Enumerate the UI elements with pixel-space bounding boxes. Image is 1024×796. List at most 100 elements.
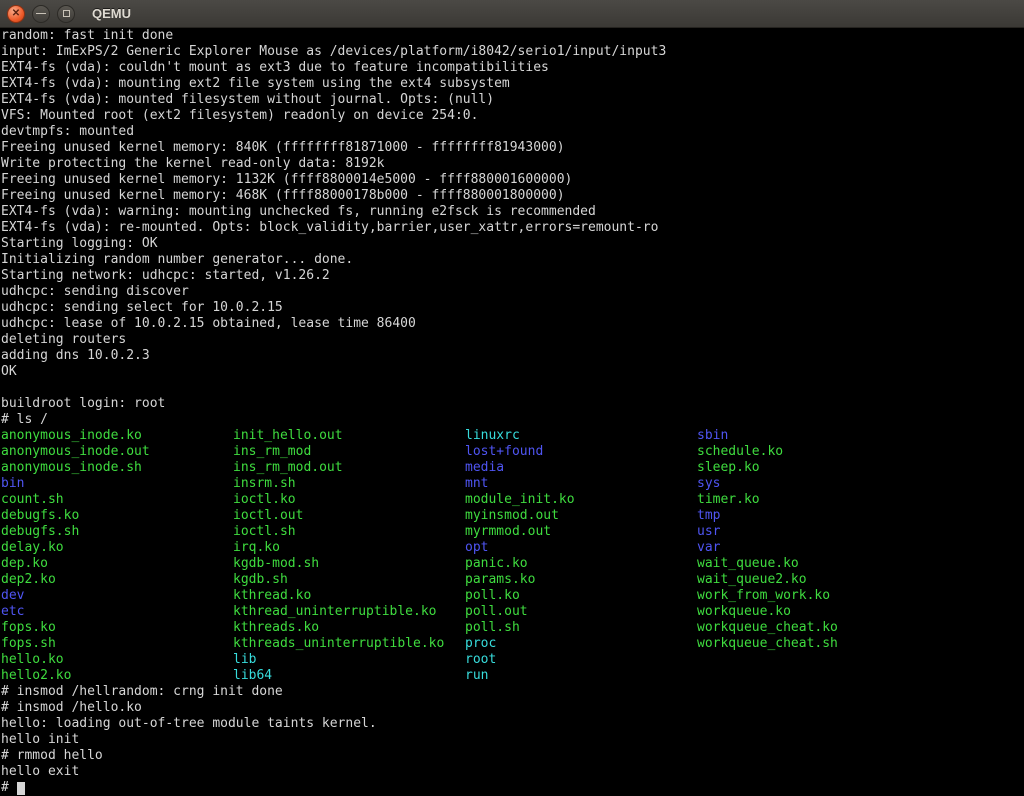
file-entry: lost+found [465, 444, 697, 460]
prompt-line: # [1, 780, 1024, 796]
file-entry: workqueue.ko [697, 604, 929, 620]
file-entry: insrm.sh [233, 476, 465, 492]
maximize-icon [63, 10, 70, 17]
close-button[interactable]: ✕ [7, 5, 25, 23]
file-entry: usr [697, 524, 929, 540]
terminal-line: devkthread.kopoll.kowork_from_work.ko [1, 588, 1024, 604]
file-entry: opt [465, 540, 697, 556]
terminal-line: hello init [1, 732, 1024, 748]
file-entry: workqueue_cheat.sh [697, 636, 929, 652]
terminal-line: EXT4-fs (vda): warning: mounting uncheck… [1, 204, 1024, 220]
file-entry: fops.ko [1, 620, 233, 636]
file-entry: hello2.ko [1, 668, 233, 684]
file-entry: delay.ko [1, 540, 233, 556]
file-entry: work_from_work.ko [697, 588, 929, 604]
file-entry: bin [1, 476, 233, 492]
terminal-line: hello.kolibroot [1, 652, 1024, 668]
minimize-button[interactable]: — [32, 5, 50, 23]
terminal-line: bininsrm.shmntsys [1, 476, 1024, 492]
terminal-line: OK [1, 364, 1024, 380]
terminal-line: udhcpc: sending discover [1, 284, 1024, 300]
file-entry: timer.ko [697, 492, 929, 508]
terminal-line: Starting network: udhcpc: started, v1.26… [1, 268, 1024, 284]
file-entry: kthread.ko [233, 588, 465, 604]
file-entry: init_hello.out [233, 428, 465, 444]
file-entry: sbin [697, 428, 929, 444]
file-entry: sys [697, 476, 929, 492]
terminal-line: deleting routers [1, 332, 1024, 348]
terminal-line [1, 380, 1024, 396]
terminal-line: hello2.kolib64run [1, 668, 1024, 684]
terminal-line: input: ImExPS/2 Generic Explorer Mouse a… [1, 44, 1024, 60]
file-entry: myrmmod.out [465, 524, 697, 540]
terminal-line: devtmpfs: mounted [1, 124, 1024, 140]
terminal-line: EXT4-fs (vda): mounted filesystem withou… [1, 92, 1024, 108]
file-entry: ioctl.ko [233, 492, 465, 508]
file-entry: panic.ko [465, 556, 697, 572]
terminal-line: fops.shkthreads_uninterruptible.koprocwo… [1, 636, 1024, 652]
shell-prompt: # [1, 780, 17, 795]
close-icon: ✕ [12, 8, 20, 19]
file-entry: ioctl.sh [233, 524, 465, 540]
terminal-line: Freeing unused kernel memory: 1132K (fff… [1, 172, 1024, 188]
file-entry: linuxrc [465, 428, 697, 444]
window-title: QEMU [92, 6, 131, 21]
file-entry: kthread_uninterruptible.ko [233, 604, 465, 620]
file-entry: debugfs.ko [1, 508, 233, 524]
file-entry: ins_rm_mod [233, 444, 465, 460]
terminal-line: EXT4-fs (vda): re-mounted. Opts: block_v… [1, 220, 1024, 236]
file-entry: tmp [697, 508, 929, 524]
terminal-line: anonymous_inode.shins_rm_mod.outmediasle… [1, 460, 1024, 476]
terminal-line: count.shioctl.komodule_init.kotimer.ko [1, 492, 1024, 508]
terminal-line: Write protecting the kernel read-only da… [1, 156, 1024, 172]
terminal-output[interactable]: random: fast init doneinput: ImExPS/2 Ge… [0, 28, 1024, 796]
minimize-icon: — [36, 8, 46, 19]
file-entry: workqueue_cheat.ko [697, 620, 929, 636]
terminal-line: adding dns 10.0.2.3 [1, 348, 1024, 364]
file-entry: lib [233, 652, 465, 668]
file-entry: mnt [465, 476, 697, 492]
file-entry: wait_queue2.ko [697, 572, 929, 588]
file-entry: count.sh [1, 492, 233, 508]
terminal-line: buildroot login: root [1, 396, 1024, 412]
file-entry: etc [1, 604, 233, 620]
terminal-line: fops.kokthreads.kopoll.shworkqueue_cheat… [1, 620, 1024, 636]
terminal-line: dep.kokgdb-mod.shpanic.kowait_queue.ko [1, 556, 1024, 572]
terminal-line: Freeing unused kernel memory: 840K (ffff… [1, 140, 1024, 156]
terminal-line: debugfs.shioctl.shmyrmmod.outusr [1, 524, 1024, 540]
file-entry: anonymous_inode.ko [1, 428, 233, 444]
terminal-line: debugfs.koioctl.outmyinsmod.outtmp [1, 508, 1024, 524]
terminal-cursor [17, 782, 25, 795]
terminal-line: udhcpc: sending select for 10.0.2.15 [1, 300, 1024, 316]
file-entry: ins_rm_mod.out [233, 460, 465, 476]
file-entry: kthreads.ko [233, 620, 465, 636]
terminal-line: hello exit [1, 764, 1024, 780]
file-entry: poll.out [465, 604, 697, 620]
terminal-line: udhcpc: lease of 10.0.2.15 obtained, lea… [1, 316, 1024, 332]
file-entry: fops.sh [1, 636, 233, 652]
terminal-line: random: fast init done [1, 28, 1024, 44]
file-entry: sleep.ko [697, 460, 929, 476]
file-entry: anonymous_inode.out [1, 444, 233, 460]
file-entry: var [697, 540, 929, 556]
file-entry: irq.ko [233, 540, 465, 556]
terminal-line: etckthread_uninterruptible.kopoll.outwor… [1, 604, 1024, 620]
terminal-line: EXT4-fs (vda): mounting ext2 file system… [1, 76, 1024, 92]
window-titlebar[interactable]: ✕ — QEMU [0, 0, 1024, 28]
terminal-line: dep2.kokgdb.shparams.kowait_queue2.ko [1, 572, 1024, 588]
file-entry: kthreads_uninterruptible.ko [233, 636, 465, 652]
maximize-button[interactable] [57, 5, 75, 23]
file-entry: debugfs.sh [1, 524, 233, 540]
terminal-line: # insmod /hello.ko [1, 700, 1024, 716]
file-entry: myinsmod.out [465, 508, 697, 524]
file-entry: module_init.ko [465, 492, 697, 508]
file-entry: params.ko [465, 572, 697, 588]
file-entry: anonymous_inode.sh [1, 460, 233, 476]
terminal-line: EXT4-fs (vda): couldn't mount as ext3 du… [1, 60, 1024, 76]
file-entry: hello.ko [1, 652, 233, 668]
file-entry: media [465, 460, 697, 476]
terminal-line: # insmod /hellrandom: crng init done [1, 684, 1024, 700]
file-entry: dep2.ko [1, 572, 233, 588]
file-entry: poll.ko [465, 588, 697, 604]
file-entry: kgdb-mod.sh [233, 556, 465, 572]
